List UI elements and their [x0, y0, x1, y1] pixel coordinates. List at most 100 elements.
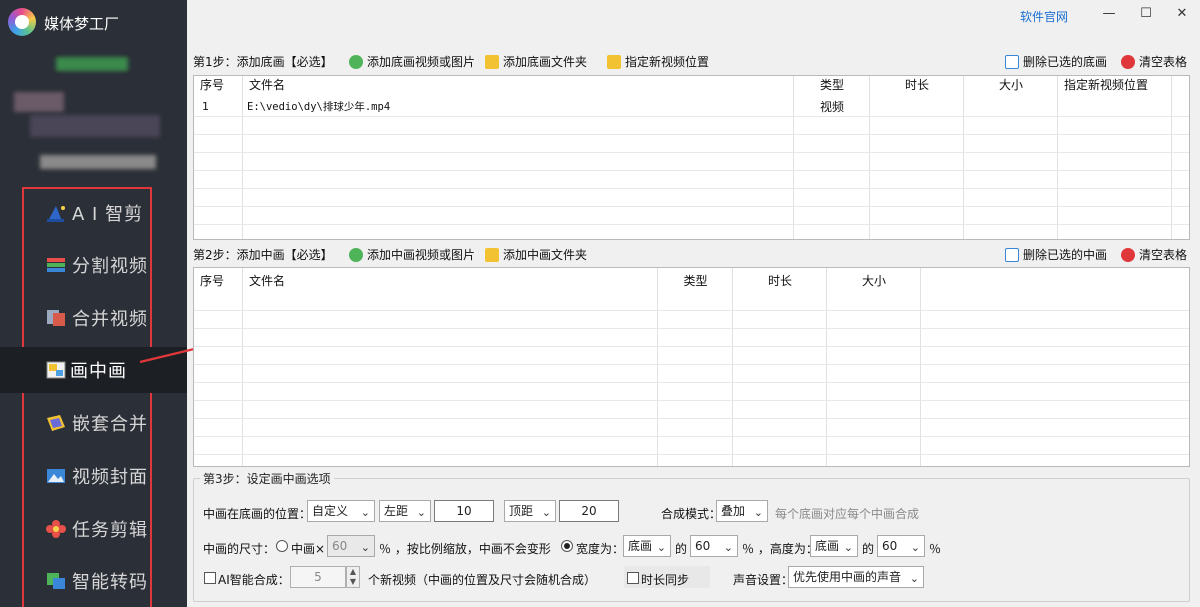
maximize-button[interactable]: ☐: [1134, 6, 1158, 22]
sidebar-item-video-cover[interactable]: 视频封面: [0, 453, 187, 499]
inner-file-table[interactable]: 序号 文件名 类型 时长 大小: [193, 267, 1190, 467]
blurred-user-avatar: [14, 92, 64, 112]
sidebar-item-label: A I 智剪: [72, 204, 144, 225]
chevron-down-icon: ⌄: [656, 541, 666, 554]
picture-in-picture-icon: [46, 361, 66, 379]
col-header-duration: 时长: [904, 78, 929, 92]
add-base-folder-button[interactable]: 添加底画文件夹: [485, 53, 587, 70]
chevron-down-icon: ⌄: [541, 506, 551, 519]
width-ref-select[interactable]: 底画 ⌄: [623, 535, 671, 557]
sidebar-item-label: 画中画: [70, 361, 127, 382]
blend-mode-select[interactable]: 叠加 ⌄: [716, 500, 768, 522]
delete-selected-base-button[interactable]: 删除已选的底画: [1005, 53, 1107, 70]
scale-radio[interactable]: [276, 540, 288, 552]
close-button[interactable]: ✕: [1170, 6, 1194, 22]
step3-title: 第3步：设定画中画选项: [200, 470, 334, 487]
merge-video-icon: [47, 310, 65, 326]
ai-count-input[interactable]: 5: [290, 566, 346, 588]
duration-sync-label: 时长同步: [641, 573, 690, 587]
col-header-filename: 文件名: [249, 78, 286, 92]
row-index: 1: [202, 100, 209, 113]
vertical-ref-select[interactable]: 顶距 ⌄: [504, 500, 556, 522]
sidebar-item-label: 合并视频: [72, 309, 148, 330]
blurred-user-name: [30, 115, 160, 137]
window-delete-icon: [1005, 54, 1019, 69]
flower-icon: [46, 520, 66, 538]
official-website-link[interactable]: 软件官网: [1020, 8, 1068, 25]
chevron-down-icon: ⌄: [723, 541, 733, 554]
ai-count-spinner[interactable]: ▲ ▼: [346, 566, 360, 588]
app-logo-icon: [8, 8, 36, 36]
folder-icon: [485, 247, 499, 262]
sidebar-item-label: 任务剪辑: [72, 520, 148, 541]
col-header-filename: 文件名: [249, 274, 286, 288]
scale-percent-select[interactable]: 60 ⌄: [327, 535, 375, 557]
sidebar-item-merge-video[interactable]: 合并视频: [0, 295, 187, 341]
blurred-user-info: [56, 57, 128, 71]
col-header-type: 类型: [819, 78, 844, 92]
set-new-video-position-button[interactable]: 指定新视频位置: [607, 53, 709, 70]
col-header-size: 大小: [998, 78, 1023, 92]
step1-title: 第1步：添加底画【必选】: [193, 54, 333, 69]
add-inner-video-button[interactable]: 添加中画视频或图片: [349, 246, 475, 263]
of-label: 的: [675, 542, 688, 556]
chevron-down-icon: ⌄: [909, 572, 919, 585]
sidebar-item-label: 嵌套合并: [72, 414, 148, 435]
col-header-type: 类型: [683, 274, 708, 288]
vertical-offset-input[interactable]: 20: [559, 500, 619, 522]
percent-label: ％: [929, 542, 942, 556]
width-option-label: 宽度为：: [576, 542, 625, 556]
position-label: 中画在底画的位置：: [203, 507, 312, 521]
ai-compose-label: AI智能合成：: [218, 573, 290, 587]
nested-merge-icon: [47, 415, 65, 431]
chevron-down-icon: ⌄: [360, 506, 370, 519]
horizontal-ref-select[interactable]: 左距 ⌄: [379, 500, 431, 522]
clear-icon: [1121, 247, 1135, 262]
blend-mode-hint: 每个底画对应每个中画合成: [775, 507, 920, 521]
chevron-down-icon: ⌄: [910, 541, 920, 554]
sidebar-item-task-edit[interactable]: 任务剪辑: [0, 506, 187, 552]
blurred-user-meta: [40, 155, 156, 169]
app-title: 媒体梦工厂: [44, 15, 120, 33]
plus-icon: [349, 247, 363, 262]
row-type: 视频: [819, 100, 844, 114]
sidebar: 媒体梦工厂 A I 智剪 分割视频 合并视频 画中画 嵌套合并 视频封面 任务剪…: [0, 0, 187, 607]
ai-compose-hint: 个新视频（中画的位置及尺寸会随机合成）: [368, 573, 597, 587]
ai-compose-checkbox[interactable]: [204, 572, 216, 584]
clear-table-button-1[interactable]: 清空表格: [1121, 53, 1187, 70]
clear-table-button-2[interactable]: 清空表格: [1121, 246, 1187, 263]
height-percent-select[interactable]: 60 ⌄: [877, 535, 925, 557]
plus-icon: [349, 54, 363, 69]
sidebar-item-smart-transcode[interactable]: 智能转码: [0, 558, 187, 604]
size-label: 中画的尺寸：: [203, 542, 276, 556]
blend-mode-label: 合成模式：: [661, 507, 722, 521]
sidebar-item-nested-merge[interactable]: 嵌套合并: [0, 400, 187, 446]
position-mode-select[interactable]: 自定义 ⌄: [307, 500, 375, 522]
chevron-down-icon: ⌄: [416, 506, 426, 519]
add-inner-folder-button[interactable]: 添加中画文件夹: [485, 246, 587, 263]
window-delete-icon: [1005, 247, 1019, 262]
height-ref-select[interactable]: 底画 ⌄: [810, 535, 858, 557]
sidebar-item-split-video[interactable]: 分割视频: [0, 242, 187, 288]
sidebar-item-picture-in-picture[interactable]: 画中画: [0, 347, 187, 393]
audio-setting-select[interactable]: 优先使用中画的声音 ⌄: [788, 566, 924, 588]
base-file-table[interactable]: 序号 文件名 类型 时长 大小 指定新视频位置 1 E:\vedio\dy\排球…: [193, 75, 1190, 240]
col-header-index: 序号: [200, 274, 225, 288]
col-header-new-position: 指定新视频位置: [1064, 78, 1149, 92]
col-header-size: 大小: [861, 274, 886, 288]
video-cover-icon: [47, 469, 65, 483]
minimize-button[interactable]: —: [1097, 6, 1121, 22]
add-base-video-button[interactable]: 添加底画视频或图片: [349, 53, 475, 70]
scale-hint: ％ ，按比例缩放，中画不会变形: [379, 542, 551, 556]
scale-option-label: 中画×: [291, 542, 326, 556]
horizontal-offset-input[interactable]: 10: [434, 500, 494, 522]
height-label: ％ ，高度为：: [742, 542, 818, 556]
col-header-duration: 时长: [767, 274, 792, 288]
width-radio[interactable]: [561, 540, 573, 552]
duration-sync-checkbox[interactable]: [627, 572, 639, 584]
sidebar-item-label: 视频封面: [72, 467, 148, 488]
sidebar-item-ai-cut[interactable]: A I 智剪: [0, 190, 187, 236]
chevron-down-icon: ⌄: [360, 541, 370, 554]
delete-selected-inner-button[interactable]: 删除已选的中画: [1005, 246, 1107, 263]
width-percent-select[interactable]: 60 ⌄: [690, 535, 738, 557]
